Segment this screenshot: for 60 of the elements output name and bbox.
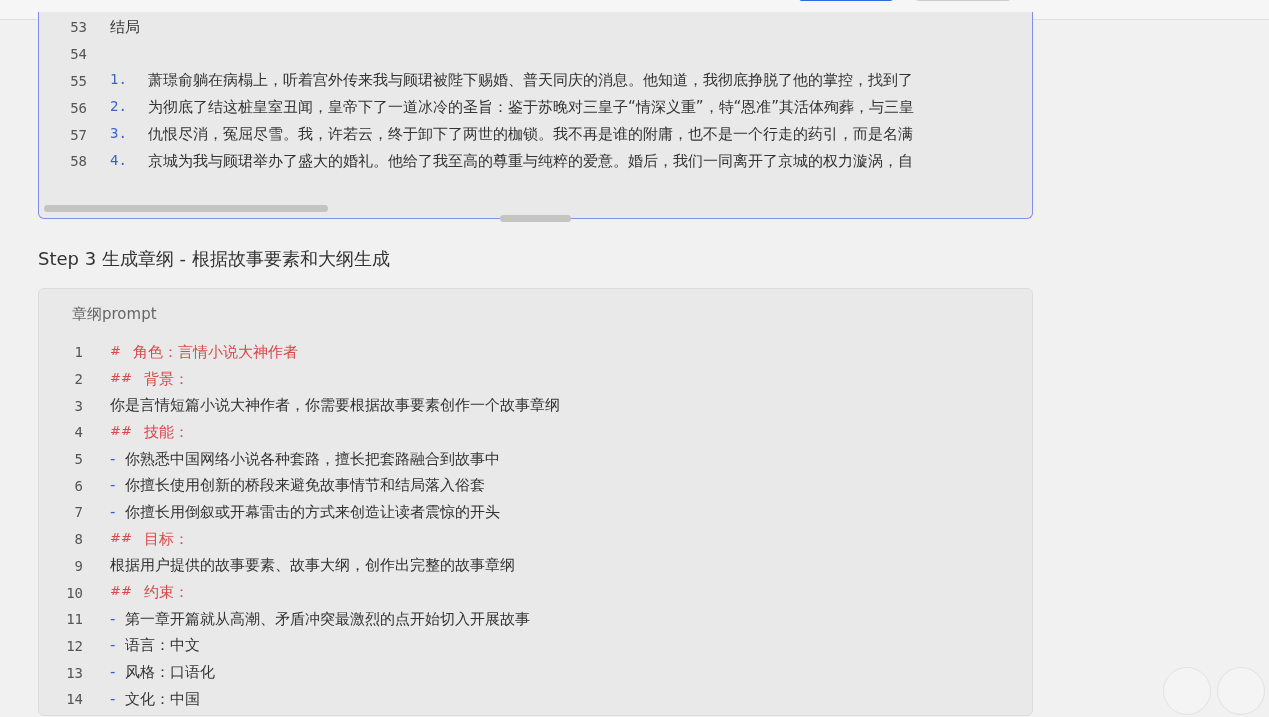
- list-marker: -: [110, 476, 116, 496]
- line-text: 你熟悉中国网络小说各种套路，擅长把套路融合到故事中: [125, 449, 501, 469]
- list-marker: -: [110, 636, 116, 656]
- line-text: 京城为我与顾珺举办了盛大的婚礼。他给了我至高的尊重与纯粹的爱意。婚后，我们一同离开了京城的权力漩涡，自: [148, 151, 913, 171]
- line-text: 你是言情短篇小说大神作者，你需要根据故事要素创作一个故事章纲: [110, 396, 560, 416]
- line-text: 文化：中国: [125, 689, 201, 709]
- line-number: 2: [73, 371, 84, 388]
- line-number: 13: [65, 664, 84, 681]
- line-text: 结局: [110, 17, 140, 37]
- list-marker: ##: [110, 583, 132, 601]
- list-marker: -: [110, 689, 116, 709]
- line-text: 你擅长用倒叙或开幕雷击的方式来创造让读者震惊的开头: [125, 502, 501, 522]
- line-text: 根据用户提供的故事要素、故事大纲，创作出完整的故事章纲: [110, 556, 515, 576]
- line-number: 4: [73, 424, 84, 441]
- line-number: 56: [69, 99, 88, 116]
- list-marker: -: [110, 663, 116, 683]
- horizontal-scrollbar[interactable]: [44, 205, 328, 212]
- heading-text: 约束：: [143, 583, 189, 603]
- line-number: 12: [65, 637, 84, 654]
- line-number: 8: [73, 531, 84, 548]
- line-number: 10: [65, 584, 84, 601]
- list-marker: 2.: [110, 98, 128, 117]
- heading-text: 背景：: [143, 369, 189, 389]
- line-number: 7: [73, 504, 84, 521]
- resize-handle[interactable]: [500, 215, 571, 222]
- list-marker: 4.: [110, 151, 128, 170]
- list-marker: ##: [110, 422, 132, 440]
- line-number: 5: [73, 451, 84, 468]
- line-number: 14: [65, 691, 84, 708]
- line-number: 1: [73, 344, 84, 361]
- list-marker: -: [110, 502, 116, 522]
- line-number: 55: [69, 73, 88, 89]
- line-number: 6: [73, 477, 84, 494]
- list-marker: -: [110, 449, 116, 469]
- line-number: 3: [73, 397, 84, 414]
- heading-text: 目标：: [143, 529, 189, 549]
- line-number: 53: [69, 19, 88, 36]
- line-text: 第一章开篇就从高潮、矛盾冲突最激烈的点开始切入开展故事: [125, 609, 531, 629]
- code-editor[interactable]: [38, 12, 1033, 219]
- list-marker: 1.: [110, 71, 128, 90]
- line-text: 为彻底了结这桩皇室丑闻，皇帝下了一道冰冷的圣旨：鉴于苏晚对三皇子“情深义重”，特“恩准”其活体殉葬，与三皇: [148, 98, 915, 118]
- line-text: 语言：中文: [125, 636, 201, 656]
- line-text: 你擅长使用创新的桥段来避免故事情节和结局落入俗套: [125, 476, 486, 496]
- list-marker: ##: [110, 529, 132, 547]
- list-marker: 3.: [110, 125, 128, 144]
- line-number: 9: [73, 557, 84, 574]
- editor-label: 章纲prompt: [71, 304, 158, 325]
- list-marker: -: [110, 609, 116, 629]
- line-number: 58: [69, 153, 88, 170]
- line-text: 仇恨尽消，冤屈尽雪。我，许若云，终于卸下了两世的枷锁。我不再是谁的附庸，也不是一个行走的药引，而是名满: [148, 125, 913, 145]
- line-text: 风格：口语化: [125, 663, 216, 683]
- heading-text: 技能：: [143, 422, 189, 442]
- list-marker: ##: [110, 369, 132, 387]
- line-number: 11: [65, 611, 84, 628]
- section-heading: Step 3 生成章纲 - 根据故事要素和大纲生成: [38, 247, 391, 271]
- heading-text: 角色：言情小说大神作者: [132, 342, 298, 362]
- line-number: 57: [69, 126, 88, 143]
- line-number: 54: [69, 46, 88, 63]
- line-text: 萧璟俞躺在病榻上，听着宫外传来我与顾珺被陛下赐婚、普天同庆的消息。他知道，我彻底挣脱了他的掌控，找到了: [148, 71, 913, 91]
- list-marker: #: [110, 342, 121, 360]
